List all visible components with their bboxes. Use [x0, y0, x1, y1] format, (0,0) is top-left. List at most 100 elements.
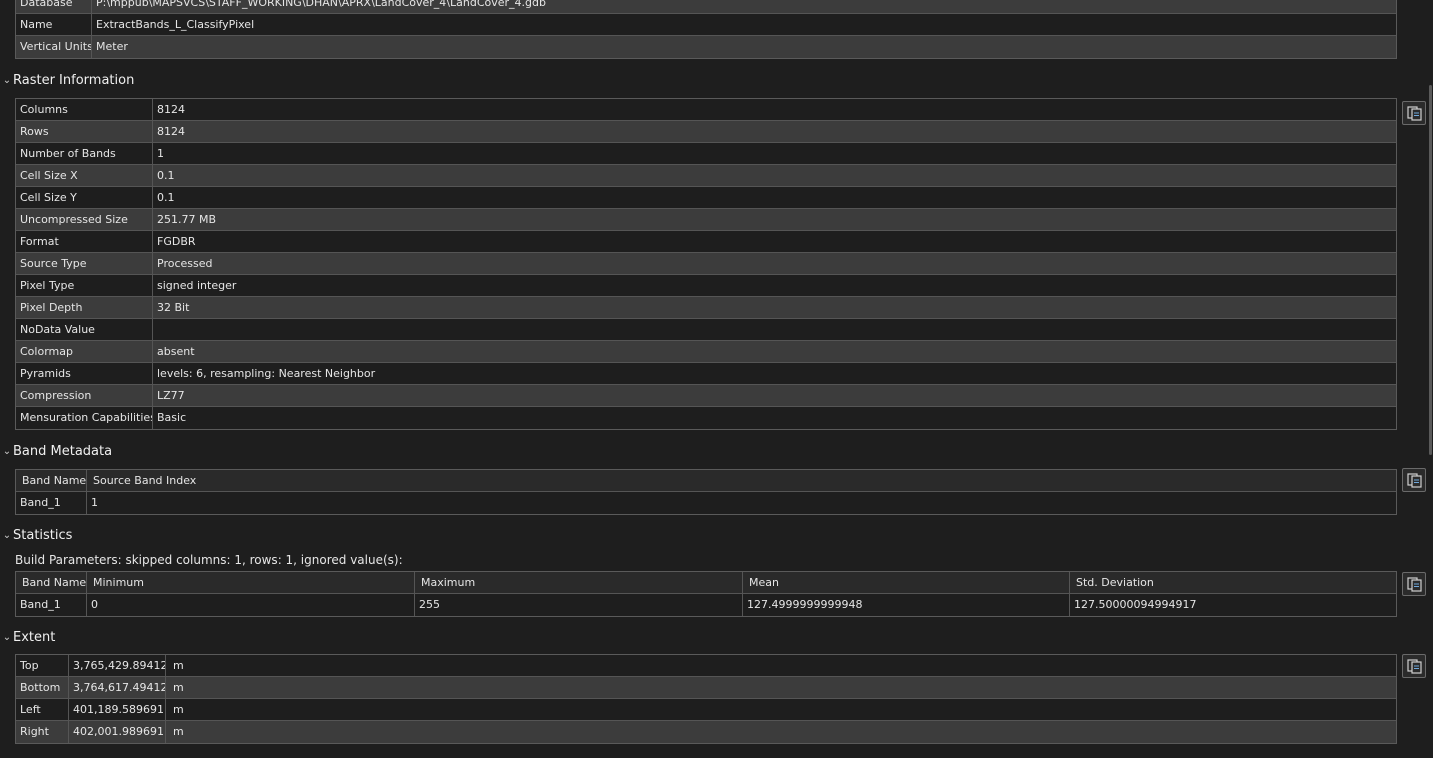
unit-label: m — [173, 703, 184, 716]
property-key: Compression — [16, 385, 153, 406]
property-value: 0.1 — [157, 191, 175, 204]
chevron-down-icon: ⌄ — [2, 446, 12, 457]
property-value: ExtractBands_L_ClassifyPixel — [96, 18, 255, 31]
section-toggle-raster-information[interactable]: ⌄ Raster Information — [0, 72, 135, 90]
chevron-down-icon: ⌄ — [2, 632, 12, 643]
property-key: Bottom — [16, 677, 69, 698]
table-row: Database P:\mppub\MAPSVCS\STAFF_WORKING\… — [16, 0, 1396, 14]
column-header[interactable]: Source Band Index — [87, 470, 1396, 491]
table-row: Rows 8124 — [16, 121, 1396, 143]
copy-raster-information-button[interactable] — [1402, 101, 1426, 125]
property-value — [153, 319, 1396, 340]
copy-icon — [1407, 473, 1422, 488]
property-key: Right — [16, 721, 69, 743]
property-key: Cell Size X — [16, 165, 153, 186]
section-title: Extent — [13, 630, 56, 645]
property-key: Left — [16, 699, 69, 720]
table-header-row: Band Name Source Band Index — [16, 470, 1396, 492]
section-toggle-statistics[interactable]: ⌄ Statistics — [0, 527, 73, 545]
scrollbar-thumb[interactable] — [1429, 85, 1432, 455]
raster-information-table: Columns 8124 Rows 8124 Number of Bands 1 Ce… — [15, 98, 1397, 430]
copy-statistics-button[interactable] — [1402, 572, 1426, 596]
data-source-table: Database P:\mppub\MAPSVCS\STAFF_WORKING\… — [15, 0, 1397, 59]
property-value: 32 Bit — [157, 301, 190, 314]
table-cell: Band_1 — [16, 594, 87, 616]
property-key: Database — [16, 0, 92, 13]
extent-table: Top 3,765,429.894128 m Bottom 3,764,617.… — [15, 654, 1397, 744]
column-header[interactable]: Band Name — [16, 470, 87, 491]
table-row: Top 3,765,429.894128 m — [16, 655, 1396, 677]
property-key: Name — [16, 14, 92, 35]
property-value: 3,765,429.894128 — [69, 655, 166, 676]
statistics-table: Band Name Minimum Maximum Mean Std. Devi… — [15, 571, 1397, 617]
unit-label: m — [173, 659, 184, 672]
property-value: Processed — [157, 257, 213, 270]
table-row: Vertical Units Meter — [16, 36, 1396, 58]
table-row: Left 401,189.589691 m — [16, 699, 1396, 721]
property-value: Meter — [96, 40, 128, 53]
property-key: Rows — [16, 121, 153, 142]
table-row: NoData Value — [16, 319, 1396, 341]
table-row: Pixel Depth 32 Bit — [16, 297, 1396, 319]
table-row: Columns 8124 — [16, 99, 1396, 121]
column-header[interactable]: Mean — [743, 572, 1070, 593]
column-header[interactable]: Minimum — [87, 572, 415, 593]
raster-properties-panel: Database P:\mppub\MAPSVCS\STAFF_WORKING\… — [0, 0, 1433, 758]
table-cell: 255 — [415, 594, 743, 616]
property-key: Pyramids — [16, 363, 153, 384]
table-cell: 1 — [91, 496, 98, 509]
section-title: Band Metadata — [13, 444, 113, 459]
table-row: Uncompressed Size 251.77 MB — [16, 209, 1396, 231]
table-cell: 127.50000094994917 — [1074, 598, 1197, 611]
property-value: 8124 — [157, 125, 185, 138]
column-header[interactable]: Band Name — [16, 572, 87, 593]
column-header[interactable]: Std. Deviation — [1070, 572, 1396, 593]
table-row: Cell Size X 0.1 — [16, 165, 1396, 187]
property-key: Vertical Units — [16, 36, 92, 58]
column-header[interactable]: Maximum — [415, 572, 743, 593]
property-value: absent — [157, 345, 195, 358]
property-key: Mensuration Capabilities — [16, 407, 153, 429]
property-value: Basic — [157, 411, 187, 424]
unit-label: m — [173, 725, 184, 738]
table-row: Band_1 1 — [16, 492, 1396, 514]
band-metadata-table: Band Name Source Band Index Band_1 1 — [15, 469, 1397, 515]
table-row: Pyramids levels: 6, resampling: Nearest N… — [16, 363, 1396, 385]
copy-icon — [1407, 106, 1422, 121]
unit-label: m — [173, 681, 184, 694]
property-value: levels: 6, resampling: Nearest Neighbor — [157, 367, 376, 380]
table-row: Cell Size Y 0.1 — [16, 187, 1396, 209]
property-key: Colormap — [16, 341, 153, 362]
property-value: 3,764,617.494128 — [69, 677, 166, 698]
property-key: Pixel Type — [16, 275, 153, 296]
section-title: Statistics — [13, 528, 73, 543]
property-value: LZ77 — [157, 389, 185, 402]
property-key: Pixel Depth — [16, 297, 153, 318]
table-cell: 127.4999999999948 — [743, 594, 1070, 616]
table-header-row: Band Name Minimum Maximum Mean Std. Devi… — [16, 572, 1396, 594]
section-title: Raster Information — [13, 73, 135, 88]
table-row: Pixel Type signed integer — [16, 275, 1396, 297]
table-row: Name ExtractBands_L_ClassifyPixel — [16, 14, 1396, 36]
table-cell: Band_1 — [16, 492, 87, 514]
property-value: 8124 — [157, 103, 185, 116]
property-value: 0.1 — [157, 169, 175, 182]
property-key: Top — [16, 655, 69, 676]
property-value: signed integer — [157, 279, 237, 292]
copy-icon — [1407, 659, 1422, 674]
copy-extent-button[interactable] — [1402, 654, 1426, 678]
copy-band-metadata-button[interactable] — [1402, 468, 1426, 492]
property-key: Cell Size Y — [16, 187, 153, 208]
table-row: Bottom 3,764,617.494128 m — [16, 677, 1396, 699]
table-row: Number of Bands 1 — [16, 143, 1396, 165]
property-value: P:\mppub\MAPSVCS\STAFF_WORKING\DHAN\APRX… — [96, 0, 546, 9]
property-key: Number of Bands — [16, 143, 153, 164]
property-key: NoData Value — [16, 319, 153, 340]
property-key: Columns — [16, 99, 153, 120]
section-toggle-extent[interactable]: ⌄ Extent — [0, 629, 56, 647]
section-toggle-band-metadata[interactable]: ⌄ Band Metadata — [0, 443, 112, 461]
table-row: Compression LZ77 — [16, 385, 1396, 407]
property-value: 251.77 MB — [157, 213, 217, 226]
property-value: 1 — [157, 147, 164, 160]
table-row: Right 402,001.989691 m — [16, 721, 1396, 743]
